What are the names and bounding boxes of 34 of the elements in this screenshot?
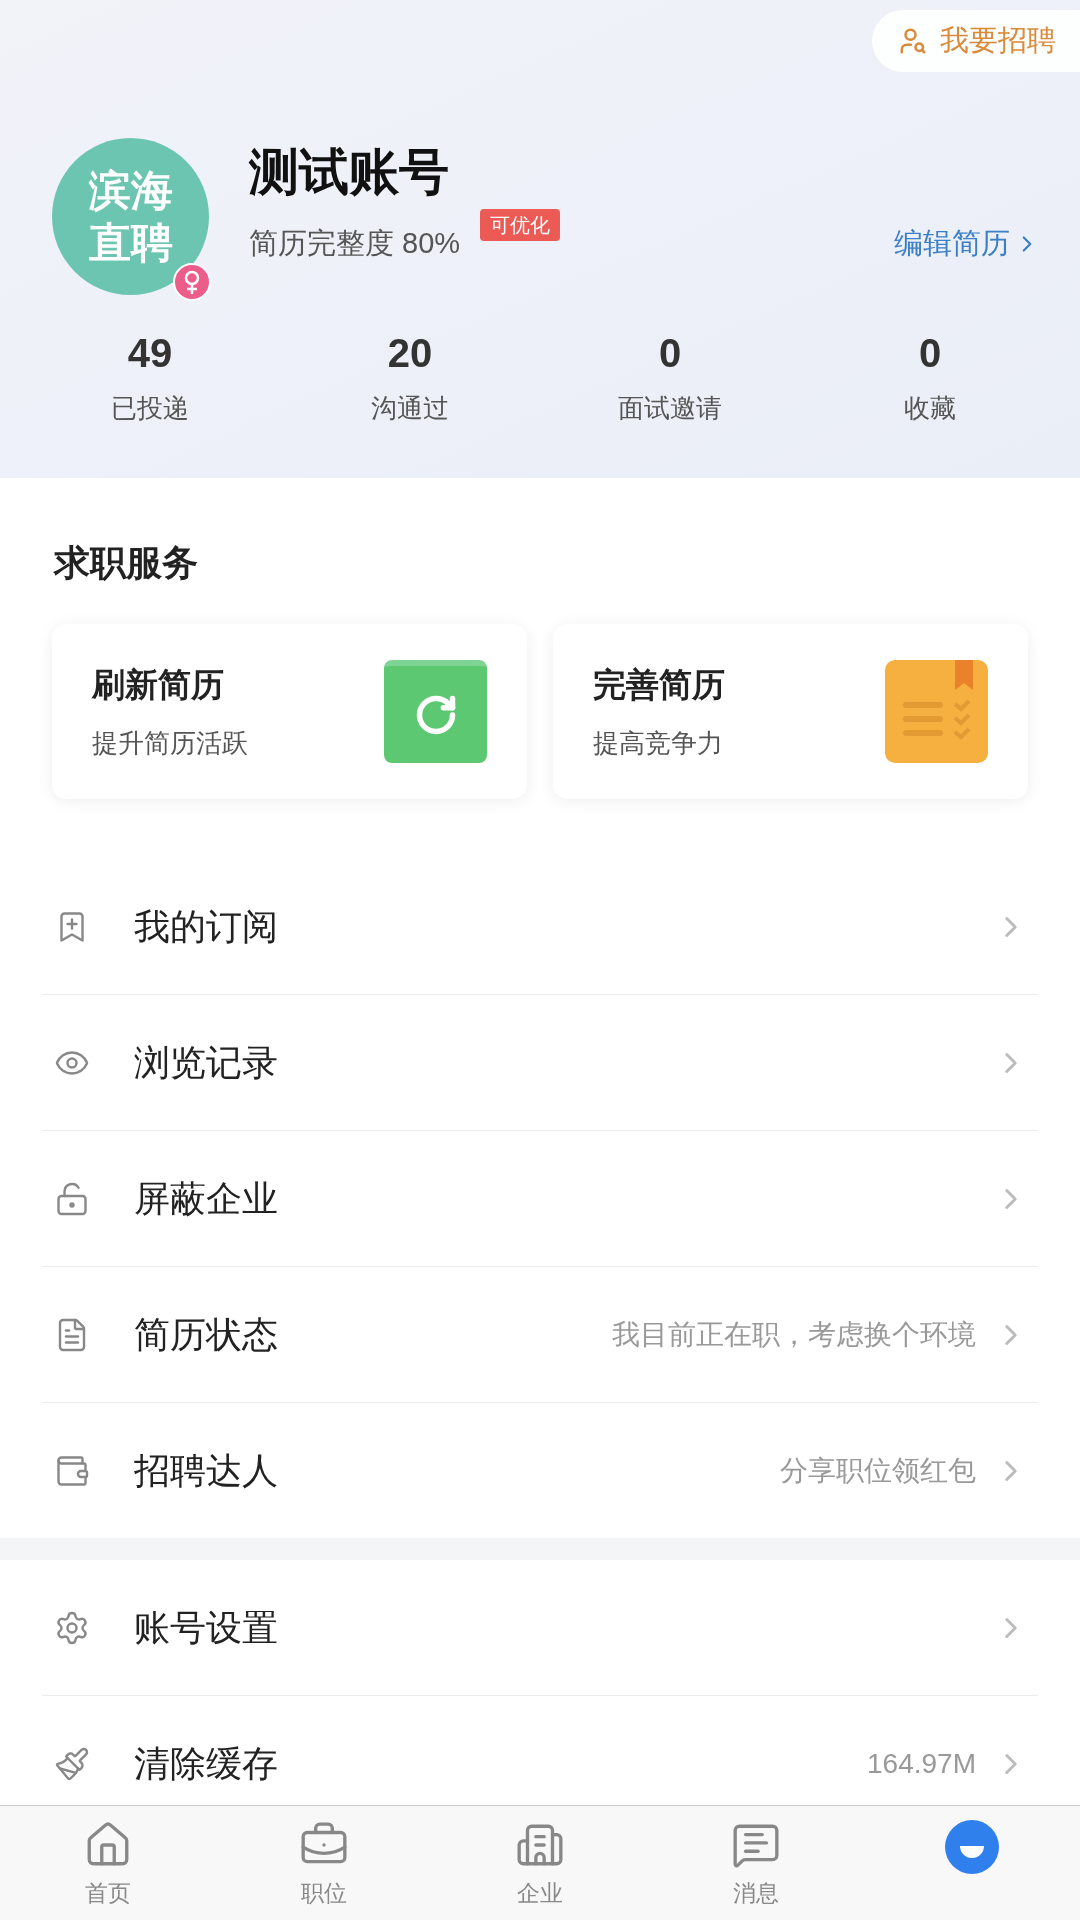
stat-item[interactable]: 49 已投递	[20, 329, 280, 428]
smile-icon	[945, 1820, 999, 1874]
menu-item[interactable]: 我的订阅	[42, 859, 1038, 994]
menu-item[interactable]: 浏览记录	[42, 995, 1038, 1130]
settings-icon	[54, 1609, 90, 1646]
menu-item[interactable]: 清除缓存 164.97M	[42, 1696, 1038, 1805]
menu-value: 我目前正在职，考虑换个环境	[612, 1317, 976, 1352]
stat-item[interactable]: 20 沟通过	[280, 329, 540, 428]
menu-item[interactable]: 招聘达人 分享职位领红包	[42, 1403, 1038, 1538]
resume-completeness: 简历完整度 80%	[249, 226, 461, 261]
user-search-icon	[898, 26, 928, 56]
section-title: 求职服务	[54, 542, 198, 583]
menu-item[interactable]: 账号设置	[42, 1560, 1038, 1695]
menu-value: 分享职位领红包	[780, 1453, 976, 1488]
card-subtitle: 提高竞争力	[593, 726, 723, 760]
card-subtitle: 提升简历活跃	[92, 726, 248, 760]
card-title: 刷新简历	[92, 665, 224, 706]
female-icon	[173, 263, 211, 301]
service-card[interactable]: 刷新简历 提升简历活跃	[52, 624, 527, 799]
lock-icon	[54, 1180, 90, 1217]
edit-resume-link[interactable]: 编辑简历	[894, 222, 1040, 266]
stat-item[interactable]: 0 收藏	[800, 329, 1060, 428]
menu-item[interactable]: 简历状态 我目前正在职，考虑换个环境	[42, 1267, 1038, 1402]
avatar-text: 滨海直聘	[87, 165, 174, 268]
brush-icon	[54, 1745, 90, 1782]
document-icon	[885, 660, 988, 763]
menu-item[interactable]: 屏蔽企业	[42, 1131, 1038, 1266]
refresh-icon	[384, 660, 487, 763]
service-card[interactable]: 完善简历 提高竞争力	[553, 624, 1028, 799]
stat-item[interactable]: 0 面试邀请	[540, 329, 800, 428]
menu-value: 164.97M	[867, 1746, 976, 1781]
card-title: 完善简历	[593, 665, 725, 706]
user-name: 测试账号	[249, 143, 450, 202]
optimize-tag: 可优化	[480, 208, 561, 241]
